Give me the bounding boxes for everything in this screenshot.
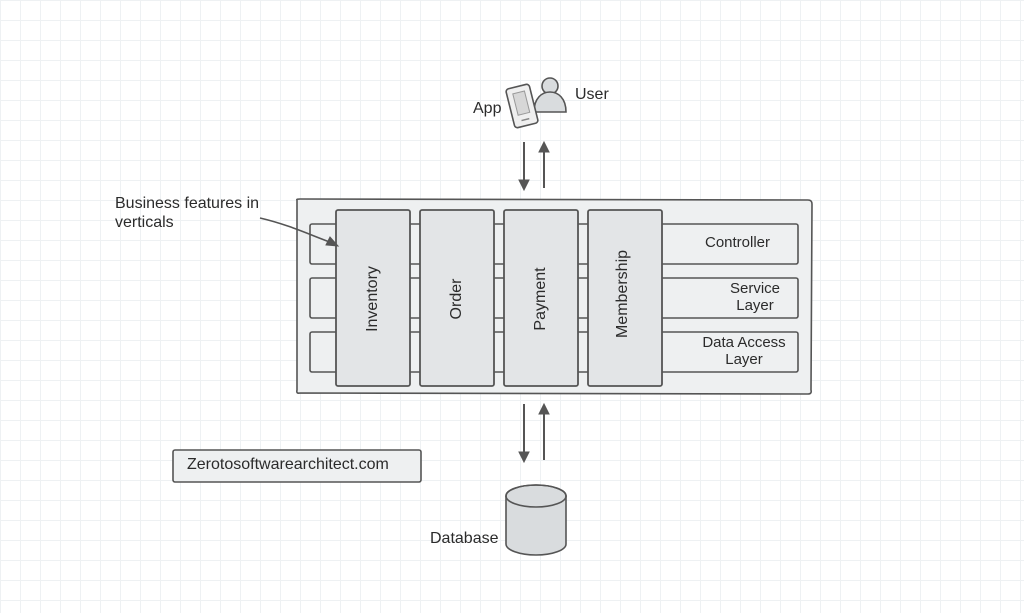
label-order: Order xyxy=(448,264,466,334)
label-data-access-layer: Data Access Layer xyxy=(694,334,794,369)
watermark-text: Zerotosoftwarearchitect.com xyxy=(187,456,389,474)
app-label: App xyxy=(473,100,501,118)
label-payment: Payment xyxy=(532,264,550,334)
label-service-layer: Service Layer xyxy=(720,280,790,315)
arrows-top xyxy=(519,142,549,190)
architecture-diagram xyxy=(0,0,1024,613)
label-inventory: Inventory xyxy=(364,264,382,334)
arrows-bottom xyxy=(519,404,549,462)
user-icon xyxy=(534,78,566,112)
database-label: Database xyxy=(430,530,499,548)
label-controller: Controller xyxy=(705,234,770,251)
label-membership: Membership xyxy=(614,260,632,338)
database-icon xyxy=(506,485,566,555)
verticals-annotation: Business features in verticals xyxy=(115,194,265,232)
user-label: User xyxy=(575,86,609,104)
phone-icon xyxy=(506,84,539,129)
